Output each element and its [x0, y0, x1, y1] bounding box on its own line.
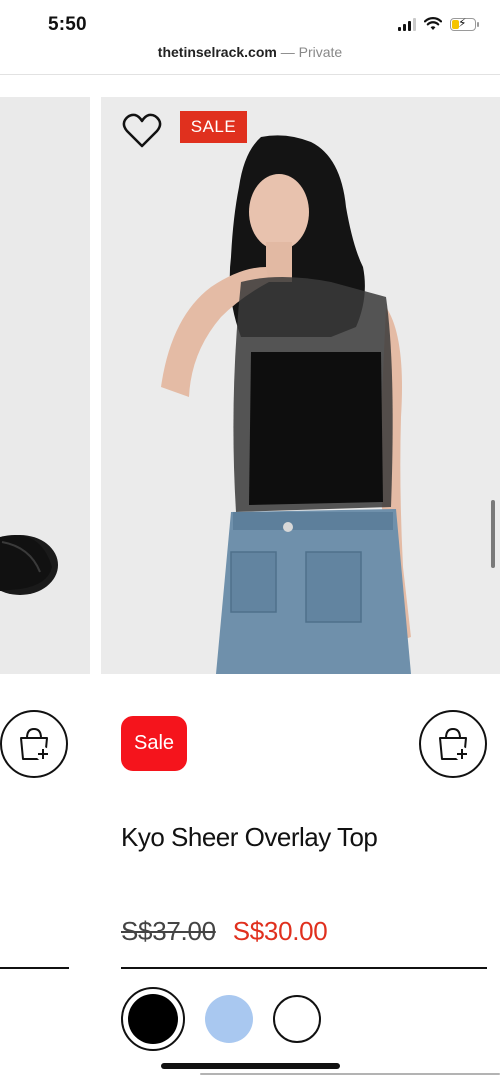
add-to-cart-button[interactable] — [419, 710, 487, 778]
swatch-black[interactable] — [128, 994, 178, 1044]
swatch-selected-ring[interactable] — [121, 987, 185, 1051]
swatch-white[interactable] — [273, 995, 321, 1043]
wifi-icon — [424, 17, 442, 30]
add-to-cart-button-left[interactable] — [0, 710, 68, 778]
url-bar-divider — [0, 74, 500, 75]
price-row: S$37.00 S$30.00 — [121, 916, 328, 947]
color-swatches — [121, 987, 321, 1051]
battery-charging-icon: ⚡ — [450, 15, 479, 31]
url-domain: thetinselrack.com — [157, 44, 277, 60]
heart-outline-icon — [122, 113, 162, 148]
sale-price: S$30.00 — [232, 916, 328, 946]
card-divider-left — [0, 967, 69, 969]
wishlist-button[interactable] — [120, 112, 164, 152]
shoe-illustration — [0, 97, 90, 674]
card-divider — [121, 967, 487, 969]
sale-badge: Sale — [121, 716, 187, 771]
cellular-signal-icon — [398, 17, 416, 31]
sale-tag: SALE — [180, 111, 247, 143]
scrollbar[interactable] — [491, 500, 495, 568]
status-bar: 5:50 ⚡ — [0, 0, 500, 44]
shopping-bag-plus-icon — [20, 727, 50, 761]
status-icons: ⚡ — [398, 15, 479, 31]
model-photo — [101, 97, 500, 674]
status-time: 5:50 — [48, 14, 87, 35]
product-image-left[interactable] — [0, 97, 90, 674]
charging-bolt-icon: ⚡ — [458, 15, 467, 30]
swatch-light-blue[interactable] — [205, 995, 253, 1043]
browsing-mode-label: Private — [298, 44, 343, 60]
product-image[interactable] — [101, 97, 500, 674]
shopping-bag-plus-icon — [439, 727, 469, 761]
product-name[interactable]: Kyo Sheer Overlay Top — [121, 822, 378, 853]
page-bottom-line — [200, 1073, 500, 1075]
original-price: S$37.00 — [121, 916, 216, 946]
home-indicator[interactable] — [161, 1063, 340, 1069]
url-separator: — — [280, 44, 295, 60]
browser-url-bar[interactable]: thetinselrack.com — Private — [0, 44, 500, 74]
